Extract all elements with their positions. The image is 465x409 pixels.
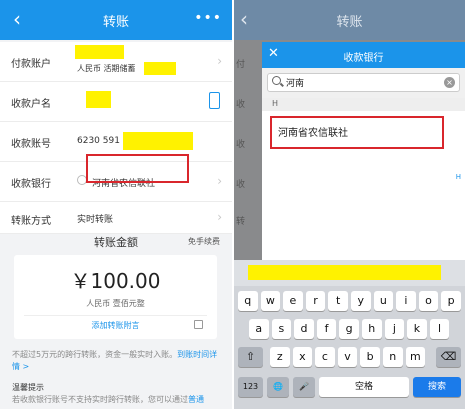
microphone-icon[interactable]: 🎤 (293, 377, 315, 397)
tips: 温馨提示 若收款银行账号不支持实时跨行转账，您可以通过普通 (12, 382, 222, 406)
key-a[interactable]: a (249, 319, 269, 339)
key-j[interactable]: j (384, 319, 405, 339)
modal-title: 收款银行 (343, 53, 384, 64)
key-f[interactable]: f (316, 319, 337, 339)
payee-name-row[interactable]: 收款户名 (0, 82, 232, 122)
transfer-method-label: 转账方式 (11, 216, 51, 227)
dimmed-row-label: 付 (236, 60, 246, 70)
transfer-screen: ‹ 转账 ••• 付款账户 人民币 活期储蓄 › 收款户名 收款账号 6230 … (0, 0, 232, 409)
arrival-info: 不超过5万元的跨行转账，资金一般实时入账。到账时间详情 > (12, 349, 220, 373)
amount-caption: 人民币 壹佰元整 (86, 299, 145, 308)
amount-card[interactable]: ￥100.00 人民币 壹佰元整 添加转账附言 (14, 255, 217, 339)
clear-icon[interactable]: × (444, 77, 455, 88)
payee-bank-label: 收款银行 (11, 179, 51, 190)
section-letter: H (272, 99, 279, 108)
tips-title: 温馨提示 (12, 383, 44, 392)
dimmed-row-label: 收 (236, 100, 246, 110)
amount-header: 转账金额 免手续费 (0, 228, 232, 254)
chevron-right-icon: › (217, 174, 222, 188)
dimmed-row-label: 收 (236, 140, 246, 150)
globe-icon[interactable]: 🌐 (267, 377, 289, 397)
numbers-key[interactable]: 123 (238, 377, 263, 397)
key-p[interactable]: p (441, 291, 461, 311)
redaction-mark (123, 132, 193, 150)
shift-key[interactable]: ⇧ (238, 347, 263, 367)
key-t[interactable]: t (328, 291, 348, 311)
search-input[interactable] (286, 76, 436, 89)
key-w[interactable]: w (260, 291, 281, 311)
key-c[interactable]: c (315, 347, 335, 367)
key-q[interactable]: q (238, 291, 258, 311)
keyboard: q w e r t y u i o p a s d f g h j k l ⇧ z x c v b n m ⌫ 123 🌐 🎤 空格 搜索 (234, 260, 465, 409)
payer-account-row[interactable]: 付款账户 人民币 活期储蓄 › (0, 42, 232, 82)
redaction-mark (144, 62, 176, 75)
redaction-mark (248, 265, 441, 280)
page-title: 转账 (336, 15, 363, 30)
search-icon (272, 76, 281, 85)
highlight-box (270, 116, 444, 149)
delete-key[interactable]: ⌫ (436, 347, 461, 367)
redaction-mark (75, 45, 124, 59)
tips-body: 若收款银行账号不支持实时跨行转账，您可以通过普通 (12, 394, 222, 406)
space-key[interactable]: 空格 (319, 377, 409, 397)
bank-picker-modal: ✕ 收款银行 × H 河南省农信联社 H (262, 42, 465, 260)
dimmed-form: 付 收 收 收 转 (234, 42, 262, 260)
key-s[interactable]: s (271, 319, 292, 339)
search-bar: × (262, 68, 465, 98)
tips-body-text: 若收款银行账号不支持实时跨行转账，您可以通过 (12, 395, 188, 404)
more-icon[interactable]: ••• (194, 10, 222, 26)
key-l[interactable]: l (429, 319, 450, 339)
alpha-index-letter[interactable]: H (456, 173, 461, 181)
dimmed-row-label: 收 (236, 180, 246, 190)
tips-link[interactable]: 普通 (188, 395, 204, 404)
key-y[interactable]: y (351, 291, 371, 311)
key-v[interactable]: v (337, 347, 358, 367)
key-h[interactable]: h (362, 319, 382, 339)
highlight-box (86, 154, 189, 183)
transfer-method-value: 实时转账 (77, 215, 114, 225)
search-button[interactable]: 搜索 (413, 377, 461, 397)
dimmed-row-label: 转 (236, 217, 246, 227)
key-i[interactable]: i (396, 291, 416, 311)
key-x[interactable]: x (292, 347, 313, 367)
payer-account-value: 人民币 活期储蓄 (77, 64, 136, 73)
key-m[interactable]: m (405, 347, 426, 367)
payee-account-value: 6230 591 (77, 136, 120, 146)
nav-bar: ‹ 转账 (234, 0, 465, 40)
key-b[interactable]: b (360, 347, 380, 367)
modal-header: ✕ 收款银行 (262, 42, 465, 68)
key-o[interactable]: o (418, 291, 439, 311)
key-n[interactable]: n (383, 347, 403, 367)
note-icon[interactable] (194, 320, 203, 329)
key-u[interactable]: u (373, 291, 394, 311)
section-header: H (262, 98, 465, 111)
payee-account-label: 收款账号 (11, 139, 51, 150)
candidate-bar (234, 260, 465, 286)
search-box[interactable]: × (267, 73, 460, 92)
key-z[interactable]: z (270, 347, 290, 367)
payer-account-label: 付款账户 (11, 59, 51, 70)
redaction-mark (86, 91, 111, 108)
contacts-book-icon[interactable] (209, 92, 220, 109)
chevron-right-icon: › (217, 210, 222, 224)
free-fee-badge: 免手续费 (188, 237, 220, 246)
payee-name-label: 收款户名 (11, 99, 51, 110)
key-r[interactable]: r (305, 291, 326, 311)
bank-picker-screen: ‹ 转账 付 收 收 收 转 ✕ 收款银行 × H 河南省农信联社 H (234, 0, 465, 409)
key-d[interactable]: d (294, 319, 314, 339)
key-e[interactable]: e (283, 291, 303, 311)
key-g[interactable]: g (339, 319, 359, 339)
transfer-form: 付款账户 人民币 活期储蓄 › 收款户名 收款账号 6230 591 收款银行 … (0, 42, 232, 234)
chevron-right-icon: › (217, 54, 222, 68)
add-note-link[interactable]: 添加转账附言 (14, 320, 217, 331)
nav-bar: ‹ 转账 ••• (0, 0, 232, 40)
arrival-info-text: 不超过5万元的跨行转账，资金一般实时入账。 (12, 350, 178, 359)
key-k[interactable]: k (407, 319, 427, 339)
amount-value[interactable]: ￥100.00 (14, 265, 217, 294)
divider (24, 315, 207, 316)
